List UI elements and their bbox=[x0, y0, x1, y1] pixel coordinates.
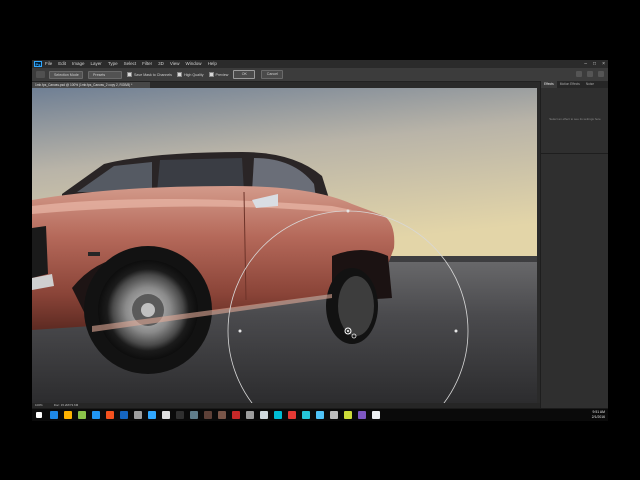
taskbar-app-icon[interactable] bbox=[288, 411, 296, 419]
taskbar-app-icon[interactable] bbox=[218, 411, 226, 419]
tab-motion-effects[interactable]: Motion Effects bbox=[557, 81, 583, 88]
taskbar-app-icon[interactable] bbox=[372, 411, 380, 419]
taskbar-app-icon[interactable] bbox=[344, 411, 352, 419]
menu-3d[interactable]: 3D bbox=[158, 60, 164, 68]
taskbar-app-icon[interactable] bbox=[358, 411, 366, 419]
preset-dropdown[interactable]: Presets bbox=[88, 70, 122, 79]
selection-mode-dropdown[interactable]: Selection Mode bbox=[49, 70, 83, 79]
taskbar-app-icon[interactable] bbox=[106, 411, 114, 419]
taskbar-app-icon[interactable] bbox=[148, 411, 156, 419]
menu-layer[interactable]: Layer bbox=[91, 60, 102, 68]
taskbar-app-icon[interactable] bbox=[190, 411, 198, 419]
menu-image[interactable]: Image bbox=[72, 60, 85, 68]
high-quality-checkbox[interactable]: High Quality bbox=[176, 72, 204, 77]
windows-taskbar: 9:51 AM 2/1/2016 bbox=[32, 408, 608, 421]
taskbar-app-icon[interactable] bbox=[120, 411, 128, 419]
preview-label: Preview bbox=[215, 72, 229, 77]
menu-file[interactable]: File bbox=[45, 60, 52, 68]
share-icon[interactable] bbox=[598, 71, 604, 77]
taskbar-app-icon[interactable] bbox=[330, 411, 338, 419]
taskbar-app-icon[interactable] bbox=[92, 411, 100, 419]
taskbar-app-icon[interactable] bbox=[162, 411, 170, 419]
car-photo bbox=[32, 88, 537, 403]
high-quality-label: High Quality bbox=[183, 72, 204, 77]
blur-tool-icon[interactable] bbox=[36, 71, 45, 78]
tab-effects[interactable]: Effects bbox=[541, 81, 557, 88]
menu-select[interactable]: Select bbox=[124, 60, 137, 68]
menu-filter[interactable]: Filter bbox=[142, 60, 152, 68]
taskbar-app-icon[interactable] bbox=[50, 411, 58, 419]
cancel-button[interactable]: Cancel bbox=[261, 70, 284, 79]
menu-edit[interactable]: Edit bbox=[58, 60, 66, 68]
save-mask-checkbox[interactable]: Save Mask to Channels bbox=[127, 72, 172, 77]
taskbar-app-icon[interactable] bbox=[232, 411, 240, 419]
taskbar-app-icon[interactable] bbox=[78, 411, 86, 419]
workspace-icon[interactable] bbox=[587, 71, 593, 77]
taskbar-app-icon[interactable] bbox=[316, 411, 324, 419]
preview-checkbox[interactable]: Preview bbox=[208, 72, 229, 77]
checkbox-icon bbox=[208, 72, 214, 77]
blur-effects-panel: Effects Motion Effects Noise Select an e… bbox=[540, 81, 608, 408]
save-mask-label: Save Mask to Channels bbox=[134, 72, 172, 77]
windows-start-icon[interactable] bbox=[36, 412, 42, 418]
panel-tab-bar: Effects Motion Effects Noise bbox=[541, 81, 608, 88]
menu-help[interactable]: Help bbox=[208, 60, 217, 68]
system-clock[interactable]: 9:51 AM 2/1/2016 bbox=[592, 410, 605, 419]
image-canvas[interactable] bbox=[32, 88, 537, 403]
maximize-button[interactable]: □ bbox=[593, 60, 596, 68]
menu-view[interactable]: View bbox=[170, 60, 180, 68]
menu-window[interactable]: Window bbox=[186, 60, 202, 68]
taskbar-app-icon[interactable] bbox=[274, 411, 282, 419]
menu-type[interactable]: Type bbox=[108, 60, 118, 68]
panel-empty-message: Select an effect to see its settings her… bbox=[549, 117, 601, 121]
tab-noise[interactable]: Noise bbox=[583, 81, 597, 88]
taskbar-app-icon[interactable] bbox=[204, 411, 212, 419]
ok-button[interactable]: OK bbox=[233, 70, 256, 79]
photoshop-window: Ps File Edit Image Layer Type Select Fil… bbox=[32, 60, 608, 408]
checkbox-icon bbox=[127, 72, 132, 77]
menu-bar: Ps File Edit Image Layer Type Select Fil… bbox=[32, 60, 608, 68]
taskbar-app-icon[interactable] bbox=[64, 411, 72, 419]
workspace-controls bbox=[576, 71, 604, 77]
clock-date: 2/1/2016 bbox=[591, 414, 605, 419]
panel-divider bbox=[541, 153, 608, 154]
clock-time: 9:51 AM bbox=[592, 410, 605, 414]
options-bar: Selection Mode Presets Save Mask to Chan… bbox=[32, 68, 608, 82]
taskbar-app-icon[interactable] bbox=[246, 411, 254, 419]
taskbar-app-icon[interactable] bbox=[176, 411, 184, 419]
window-controls: – □ × bbox=[584, 60, 605, 68]
taskbar-app-icon[interactable] bbox=[260, 411, 268, 419]
checkbox-icon bbox=[176, 72, 182, 77]
photoshop-logo: Ps bbox=[34, 61, 42, 67]
taskbar-app-icon[interactable] bbox=[302, 411, 310, 419]
close-button[interactable]: × bbox=[602, 60, 605, 68]
minimize-button[interactable]: – bbox=[584, 60, 587, 68]
search-icon[interactable] bbox=[576, 71, 582, 77]
taskbar-app-icon[interactable] bbox=[134, 411, 142, 419]
